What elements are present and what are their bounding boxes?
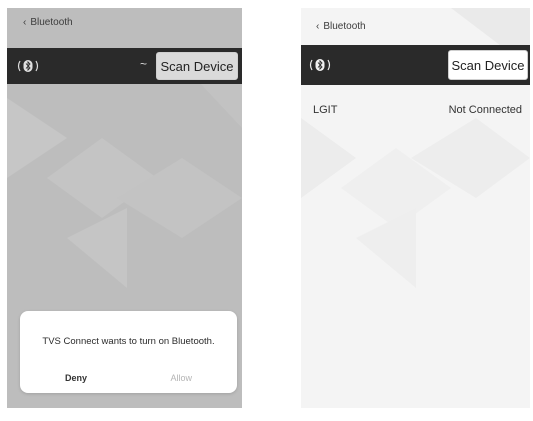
device-name: LGIT: [313, 104, 338, 116]
left-phone-screen: ‹ Bluetooth ~ Scan Device TVS Connect wa…: [7, 8, 242, 408]
device-status: Not Connected: [448, 104, 522, 116]
nav-bar: ‹ Bluetooth: [301, 8, 530, 45]
scan-device-button[interactable]: Scan Device: [448, 50, 528, 80]
chevron-left-icon: ‹: [23, 17, 27, 28]
scan-device-button[interactable]: Scan Device: [156, 52, 238, 80]
dash-indicator: ~: [139, 57, 147, 71]
deny-button[interactable]: Deny: [65, 373, 87, 383]
back-label: Bluetooth: [323, 21, 366, 32]
toolbar: Scan Device: [301, 45, 530, 85]
allow-button[interactable]: Allow: [170, 373, 192, 383]
back-link[interactable]: ‹ Bluetooth: [316, 21, 366, 32]
bluetooth-signal-icon: [309, 59, 331, 71]
right-phone-screen: ‹ Bluetooth Scan Device LGIT Not Connect…: [301, 8, 530, 408]
dialog-message: TVS Connect wants to turn on Bluetooth.: [42, 336, 215, 347]
bluetooth-signal-icon: [17, 60, 39, 72]
toolbar: ~ Scan Device: [7, 48, 242, 84]
device-list-item[interactable]: LGIT Not Connected: [301, 104, 530, 116]
back-label: Bluetooth: [30, 17, 73, 28]
nav-bar: ‹ Bluetooth: [7, 8, 242, 48]
bluetooth-permission-dialog: TVS Connect wants to turn on Bluetooth. …: [20, 311, 237, 393]
back-link[interactable]: ‹ Bluetooth: [23, 17, 73, 28]
chevron-left-icon: ‹: [316, 21, 320, 32]
